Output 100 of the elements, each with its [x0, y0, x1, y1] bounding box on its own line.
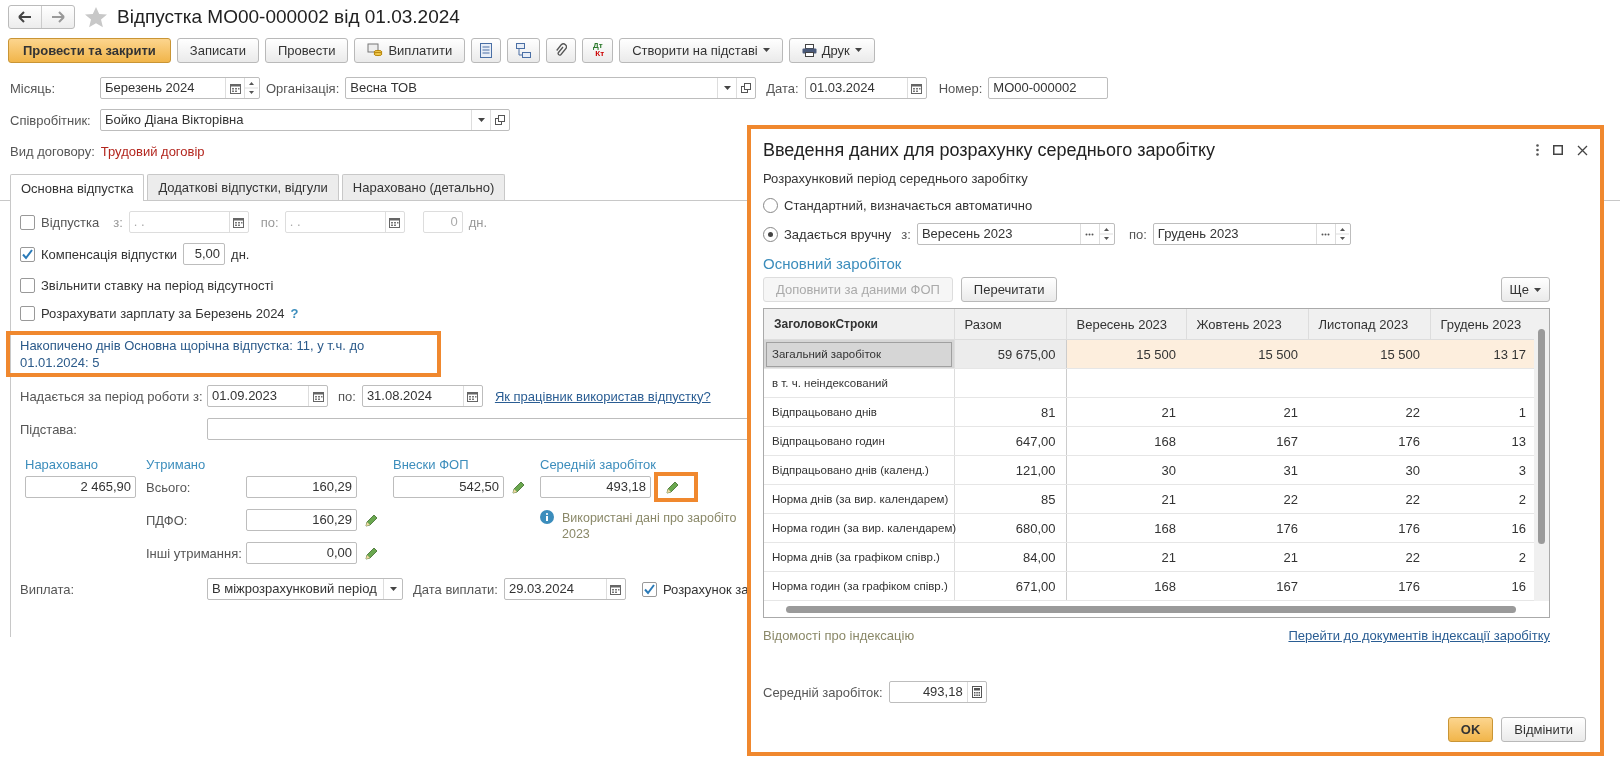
- open-icon[interactable]: [495, 115, 505, 125]
- checkbox[interactable]: [20, 277, 35, 293]
- days-field[interactable]: 5,00: [183, 243, 226, 265]
- calendar-icon[interactable]: [911, 82, 923, 94]
- pencil-icon[interactable]: [365, 546, 378, 560]
- column-header[interactable]: ЗаголовокСтроки: [764, 309, 954, 340]
- number-field[interactable]: МО00-000002: [988, 77, 1109, 99]
- pencil-icon[interactable]: [365, 513, 378, 527]
- toolbar-button[interactable]: Записати: [176, 37, 259, 63]
- radio-button[interactable]: [763, 226, 778, 242]
- dropdown-icon[interactable]: [389, 587, 397, 591]
- amount-field[interactable]: 0,00: [246, 542, 357, 564]
- date-field[interactable]: 01.03.2024: [804, 77, 927, 99]
- row-header[interactable]: Норма годин (за вир. календарем): [764, 513, 954, 543]
- calendar-icon[interactable]: [312, 390, 324, 402]
- table-cell: 168: [1066, 571, 1186, 601]
- menu-button[interactable]: Створити на підставі: [619, 37, 783, 63]
- ellipsis-icon[interactable]: [1321, 232, 1331, 236]
- toolbar-button[interactable]: Провести: [264, 37, 349, 63]
- open-icon[interactable]: [741, 83, 752, 93]
- dropdown-icon[interactable]: [723, 86, 731, 90]
- icon-button[interactable]: [471, 37, 502, 63]
- date-field[interactable]: 29.03.2024: [503, 578, 626, 600]
- icon-button[interactable]: [507, 37, 541, 63]
- pencil-icon[interactable]: [512, 480, 525, 494]
- date-field[interactable]: 01.09.2023: [207, 385, 328, 407]
- checkbox[interactable]: [641, 581, 657, 597]
- column-header[interactable]: Разом: [954, 309, 1066, 340]
- list-icon[interactable]: [480, 42, 493, 58]
- date-field[interactable]: 31.08.2024: [361, 385, 483, 407]
- calendar-icon[interactable]: [610, 583, 622, 595]
- month-field[interactable]: Вересень 2023: [916, 223, 1115, 245]
- column-header[interactable]: Жовтень 2023: [1186, 309, 1308, 340]
- amount-field[interactable]: 493,18: [540, 476, 651, 498]
- indexing-documents-link[interactable]: Перейти до документів індексації заробітку: [1288, 628, 1550, 643]
- caret-icon[interactable]: [854, 48, 862, 52]
- toolbar-button[interactable]: Виплатити: [354, 37, 466, 63]
- more-icon[interactable]: [1536, 144, 1539, 156]
- calculator-icon[interactable]: [971, 686, 982, 698]
- checkbox[interactable]: [20, 305, 35, 321]
- star-icon[interactable]: [85, 6, 107, 28]
- employee-field[interactable]: Бойко Діана Вікторівна: [100, 109, 510, 131]
- table-cell: 121,00: [954, 455, 1066, 485]
- organization-field[interactable]: Весна ТОВ: [345, 77, 757, 99]
- payment-field[interactable]: В міжрозрахунковий період: [207, 578, 403, 600]
- vertical-scrollbar[interactable]: [1534, 309, 1549, 601]
- section-label: Нараховано: [25, 457, 100, 472]
- icon-button[interactable]: [546, 37, 577, 63]
- section-label: Утримано: [146, 457, 207, 472]
- radio-button[interactable]: [763, 197, 778, 213]
- row-header[interactable]: Загальний заробіток: [764, 339, 954, 369]
- column-header[interactable]: Грудень 2023: [1430, 309, 1534, 340]
- info-note: 2023: [562, 526, 591, 542]
- postings-button[interactable]: Дт Кт: [582, 37, 614, 63]
- calendar-icon[interactable]: [389, 216, 401, 228]
- table-cell: 84,00: [954, 542, 1066, 572]
- dropdown-icon[interactable]: [477, 118, 485, 122]
- contract-type[interactable]: Трудовий договір: [100, 143, 205, 159]
- row-header[interactable]: Норма днів (за вир. календарем): [764, 484, 954, 514]
- amount-field[interactable]: 2 465,90: [25, 476, 136, 498]
- maximize-icon[interactable]: [1553, 145, 1563, 155]
- table-cell: 13 17: [1430, 339, 1534, 369]
- amount-field[interactable]: 160,29: [246, 476, 357, 498]
- more-button[interactable]: Ще: [1500, 277, 1550, 302]
- calendar-icon[interactable]: [229, 82, 241, 94]
- average-earnings-field[interactable]: 493,18: [888, 681, 987, 703]
- caret-icon[interactable]: [1534, 287, 1541, 292]
- row-header[interactable]: Відпрацьовано годин: [764, 426, 954, 456]
- column-header[interactable]: Листопад 2023: [1308, 309, 1430, 340]
- row-header[interactable]: Відпрацьовано днів: [764, 397, 954, 427]
- row-header[interactable]: Норма годин (за графіком співр.): [764, 571, 954, 601]
- menu-button[interactable]: Друк: [788, 37, 875, 63]
- help-link[interactable]: ?: [290, 305, 299, 321]
- paperclip-icon[interactable]: [555, 42, 568, 58]
- amount-field[interactable]: 160,29: [246, 509, 357, 531]
- caret-icon[interactable]: [762, 48, 770, 52]
- post-and-close-button[interactable]: Провести та закрити: [8, 37, 171, 63]
- table-cell: 168: [1066, 426, 1186, 456]
- table-cell: 21: [1186, 397, 1308, 427]
- tab[interactable]: Додаткові відпустки, відгули: [147, 174, 339, 200]
- column-header[interactable]: Вересень 2023: [1066, 309, 1186, 340]
- field-label: Співробітник:: [10, 112, 92, 128]
- cancel-button[interactable]: Відмінити: [1501, 717, 1586, 742]
- ok-button[interactable]: OK: [1447, 717, 1494, 742]
- checkbox[interactable]: [20, 246, 35, 262]
- row-header[interactable]: Відпрацьовано днів (календ.): [764, 455, 954, 485]
- close-icon[interactable]: [1577, 144, 1588, 156]
- month-field[interactable]: Березень 2024: [100, 77, 260, 99]
- amount-field[interactable]: 542,50: [393, 476, 504, 498]
- pencil-icon[interactable]: [666, 480, 679, 494]
- tab[interactable]: Нараховано (детально): [341, 174, 506, 200]
- tab[interactable]: Основна відпустка: [10, 174, 145, 201]
- calendar-icon[interactable]: [467, 390, 479, 402]
- structure-icon[interactable]: [516, 42, 532, 58]
- vacation-usage-link[interactable]: Як працівник використав відпустку?: [494, 388, 711, 404]
- month-field[interactable]: Грудень 2023: [1152, 223, 1351, 245]
- reread-button[interactable]: Перечитати: [960, 277, 1058, 302]
- row-header[interactable]: Норма днів (за графіком співр.): [764, 542, 954, 572]
- row-header[interactable]: в т. ч. неіндексований: [764, 368, 954, 398]
- ellipsis-icon[interactable]: [1085, 232, 1095, 236]
